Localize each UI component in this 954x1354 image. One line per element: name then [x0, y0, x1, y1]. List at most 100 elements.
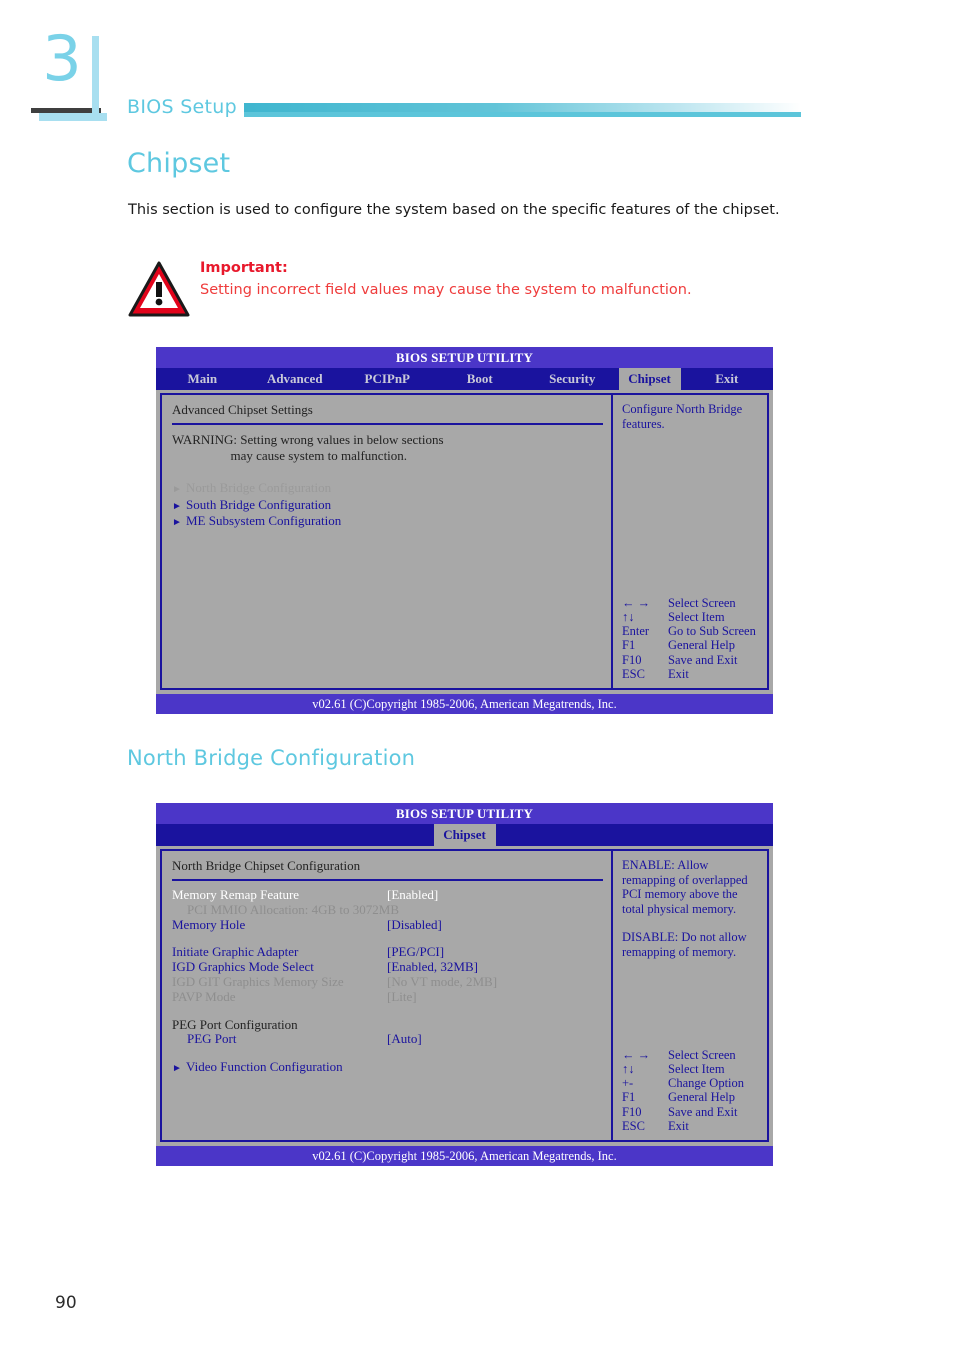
setting-value: [No VT mode, 2MB] — [387, 973, 498, 989]
key-name: ↑↓ — [622, 609, 635, 624]
bios-settings-panel: Advanced Chipset Settings WARNING: Setti… — [160, 393, 611, 690]
panel-divider — [172, 879, 603, 881]
key-desc: Go to Sub Screen — [668, 624, 756, 639]
warning-line-1: WARNING: Setting wrong values in below s… — [172, 432, 444, 447]
setting-igd-git-graphics-memory-size: IGD GIT Graphics Memory Size [No VT mode,… — [172, 973, 603, 990]
setting-pci-mmio-allocation: PCI MMIO Allocation: 4GB to 3072MB — [172, 901, 603, 918]
key-desc: Select Screen — [668, 1047, 736, 1062]
header-rule-bottom — [244, 112, 801, 117]
setting-value: [Lite] — [387, 988, 417, 1004]
bios-help-panel: ENABLE: Allow remapping of overlapped PC… — [611, 849, 769, 1142]
menu-item-label: North Bridge Configuration — [186, 480, 332, 495]
key-legend-row: F10 Save and Exit — [622, 653, 756, 667]
setting-label: IGD Graphics Mode Select — [172, 959, 314, 975]
setting-memory-remap-feature[interactable]: Memory Remap Feature [Enabled] — [172, 887, 603, 903]
tab-main[interactable]: Main — [156, 368, 249, 390]
key-desc: General Help — [668, 1090, 735, 1105]
setting-label: Memory Hole — [172, 916, 246, 932]
key-desc: Exit — [668, 666, 689, 681]
tab-exit[interactable]: Exit — [681, 368, 774, 390]
setting-value: [Disabled] — [387, 916, 442, 932]
help-paragraph: Configure North Bridge features. — [622, 402, 743, 431]
setting-value — [387, 1018, 603, 1033]
panel-heading: North Bridge Chipset Configuration — [172, 858, 361, 873]
setting-value: [PEG/PCI] — [387, 944, 445, 960]
help-gap — [622, 916, 759, 930]
setting-initiate-graphic-adapter[interactable]: Initiate Graphic Adapter [PEG/PCI] — [172, 945, 603, 960]
page-number: 90 — [55, 1293, 77, 1313]
chapter-marker: 3 — [31, 28, 107, 121]
key-desc: Select Screen — [668, 595, 736, 610]
key-legend-row: ESC Exit — [622, 1119, 744, 1133]
submenu-arrow-icon: ► — [172, 500, 182, 512]
key-name: ← → — [622, 595, 651, 610]
menu-item-label: Video Function Configuration — [186, 1059, 343, 1075]
menu-item-me-subsystem[interactable]: ► ME Subsystem Configuration — [172, 513, 603, 531]
setting-value: [Enabled] — [387, 887, 439, 902]
subsection-title: North Bridge Configuration — [127, 746, 416, 770]
bios-tab-bar: Main Advanced PCIPnP Boot Security Chips… — [156, 368, 773, 390]
key-name: ESC — [622, 666, 645, 681]
key-name: Enter — [622, 624, 650, 639]
setting-memory-hole[interactable]: Memory Hole [Disabled] — [172, 916, 603, 933]
submenu-list: ► North Bridge Configuration ► South Bridg… — [172, 480, 603, 531]
submenu-arrow-icon: ► — [172, 517, 182, 528]
menu-item-south-bridge[interactable]: ► South Bridge Configuration — [172, 496, 603, 515]
setting-value — [387, 903, 603, 918]
key-legend-row: F1 General Help — [622, 1090, 744, 1104]
tab-security[interactable]: Security — [526, 368, 619, 390]
important-message: Setting incorrect field values may cause… — [200, 282, 692, 298]
help-paragraph-disable: DISABLE: Do not allow remapping of memor… — [622, 930, 747, 959]
setting-peg-port[interactable]: PEG Port [Auto] — [172, 1032, 603, 1047]
panel-heading: Advanced Chipset Settings — [172, 402, 313, 417]
key-name: F10 — [622, 1104, 642, 1119]
chapter-marker-edge-right — [92, 36, 99, 113]
key-name: ESC — [622, 1118, 645, 1133]
setting-label: PEG Port — [187, 1031, 237, 1047]
bios-footer: v02.61 (C)Copyright 1985-2006, American … — [156, 694, 773, 714]
key-desc: Save and Exit — [668, 652, 738, 667]
key-legend-row: F1 General Help — [622, 638, 756, 652]
help-text: Configure North Bridge features. — [622, 402, 759, 431]
tab-chipset[interactable]: Chipset — [433, 824, 496, 846]
tab-chipset[interactable]: Chipset — [618, 368, 681, 390]
key-desc: Select Item — [668, 1061, 725, 1076]
key-legend: ← → Select Screen ↑↓ Select Item +- Change … — [622, 1048, 744, 1133]
important-label: Important: — [200, 260, 288, 276]
menu-item-north-bridge[interactable]: ► North Bridge Configuration — [172, 480, 603, 498]
panel-divider — [172, 423, 603, 425]
tab-pcipnp[interactable]: PCIPnP — [341, 368, 434, 390]
setting-label: Memory Remap Feature — [172, 887, 300, 902]
key-desc: Select Item — [668, 609, 725, 624]
menu-item-label: South Bridge Configuration — [186, 496, 332, 512]
bios-screen-chipset: BIOS SETUP UTILITY Main Advanced PCIPnP … — [156, 347, 773, 714]
key-legend-row: ↑↓ Select Item — [622, 610, 756, 624]
warning-line-2: may cause system to malfunction. — [172, 448, 408, 463]
bios-title-bar: BIOS SETUP UTILITY — [156, 803, 773, 824]
bios-screen-north-bridge: BIOS SETUP UTILITY Chipset North Bridge … — [156, 803, 773, 1166]
submenu-arrow-icon: ► — [172, 484, 182, 495]
warning-triangle-icon — [128, 261, 190, 317]
key-legend-row: +- Change Option — [622, 1076, 744, 1090]
tab-bar-spacer-right — [496, 824, 774, 846]
tab-advanced[interactable]: Advanced — [249, 368, 342, 390]
settings-list: Memory Remap Feature [Enabled] PCI MMIO A… — [172, 887, 603, 1077]
key-legend-row: F10 Save and Exit — [622, 1105, 744, 1119]
key-name: +- — [622, 1076, 634, 1091]
menu-item-label: ME Subsystem Configuration — [186, 513, 342, 528]
settings-gap — [172, 1005, 603, 1018]
help-text: ENABLE: Allow remapping of overlapped PC… — [622, 858, 759, 959]
key-name: F1 — [622, 638, 636, 653]
bios-tab-bar: Chipset — [156, 824, 773, 846]
key-desc: Exit — [668, 1118, 689, 1133]
page-title: Chipset — [127, 148, 231, 179]
key-name: ↑↓ — [622, 1061, 635, 1076]
setting-igd-graphics-mode-select[interactable]: IGD Graphics Mode Select [Enabled, 32MB] — [172, 959, 603, 975]
tab-boot[interactable]: Boot — [434, 368, 527, 390]
setting-label: PCI MMIO Allocation: 4GB to 3072MB — [187, 901, 399, 917]
menu-item-video-function-configuration[interactable]: ► Video Function Configuration — [172, 1059, 603, 1077]
chapter-marker-edge-bottom — [39, 113, 107, 121]
key-name: F1 — [622, 1090, 636, 1105]
setting-label: PAVP Mode — [172, 988, 236, 1004]
setting-label: Initiate Graphic Adapter — [172, 944, 299, 960]
